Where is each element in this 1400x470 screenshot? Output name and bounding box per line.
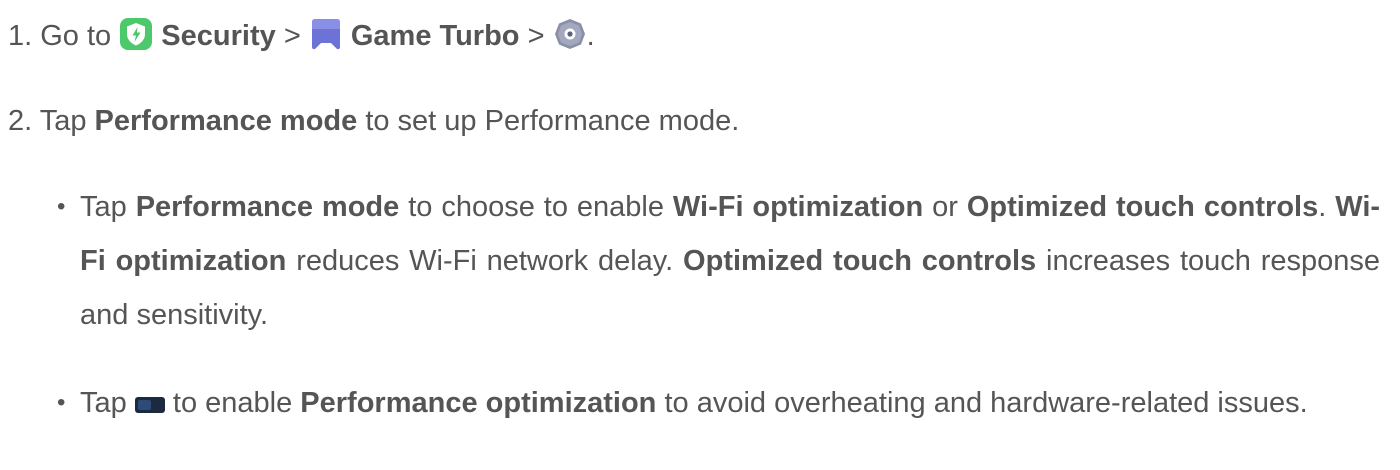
game-turbo-label: Game Turbo [350,20,520,52]
bullet-item-performance-optimization: • Tap to enable Performance optimization… [57,376,1380,430]
separator: > [527,20,545,52]
bullet-text: Tap [80,191,127,223]
bullet-text: . [1318,191,1327,223]
bullet-text: or [932,191,958,223]
bullet-text: to enable [172,387,293,419]
optimized-touch-controls-label: Optimized touch controls [966,191,1319,223]
step-2-prefix: 2. Tap [8,105,87,137]
bullet-text: reduces Wi-Fi network delay. [296,245,674,277]
bullet-text: to avoid overheating and hardware-relate… [664,387,1308,419]
bullet-item-performance-mode: • Tap Performance mode to choose to enab… [57,180,1380,342]
performance-mode-label: Performance mode [94,105,358,137]
step-1-suffix: . [586,20,595,52]
bullet-dot: • [57,389,66,416]
performance-mode-label: Performance mode [135,191,400,223]
step-2: 2. Tap Performance mode to set up Perfor… [8,105,739,138]
step-1-prefix: 1. Go to [8,20,112,52]
settings-gear-icon [553,17,587,51]
game-turbo-icon [309,17,343,51]
optimized-touch-controls-label: Optimized touch controls [683,245,1037,277]
instructions-document: 1. Go to Security > Game Turbo > . 2. Ta… [0,0,1400,470]
bullet-text: to choose to enable [408,191,664,223]
wifi-optimization-label: Wi-Fi optimization [672,191,924,223]
step-2-suffix: to set up Performance mode. [365,105,740,137]
bullet-dot: • [57,193,66,220]
bullet-text: Tap [80,387,127,419]
toggle-switch-icon [134,396,165,414]
step-1: 1. Go to Security > Game Turbo > . [8,17,595,53]
separator: > [283,20,301,52]
performance-optimization-label: Performance optimization [300,387,657,419]
security-shield-icon [119,17,153,51]
security-label: Security [161,20,276,52]
